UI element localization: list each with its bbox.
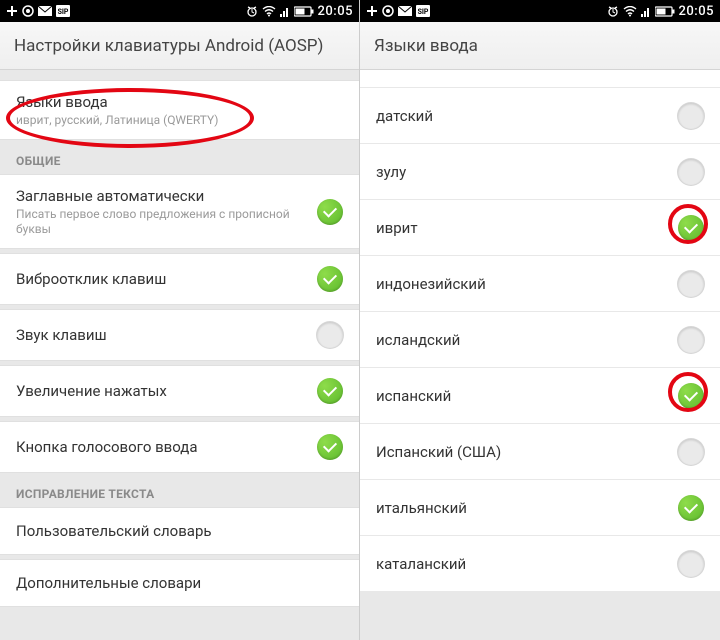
signal-icon [280, 6, 290, 17]
toggle-vibrate[interactable] [317, 266, 343, 292]
status-time: 20:05 [318, 4, 353, 19]
plus-icon [6, 5, 18, 17]
status-bar: SIP 20:05 [360, 0, 720, 22]
row-title: Пользовательский словарь [16, 522, 212, 540]
lang-row-italian[interactable]: итальянский [360, 480, 720, 536]
row-sound[interactable]: Звук клавиш [0, 309, 359, 361]
mail-icon [38, 6, 52, 16]
row-addon-dictionaries[interactable]: Дополнительные словари [0, 559, 359, 607]
wifi-icon [262, 6, 276, 17]
lang-name: индонезийский [376, 275, 486, 293]
circle-icon [382, 5, 394, 17]
toggle-catalan[interactable] [678, 551, 704, 577]
toggle-indonesian[interactable] [678, 271, 704, 297]
status-bar: SIP 20:05 [0, 0, 359, 22]
row-auto-capitalize[interactable]: Заглавные автоматически Писать первое сл… [0, 174, 359, 249]
toggle-sound[interactable] [317, 322, 343, 348]
row-title: Виброотклик клавиш [16, 270, 166, 288]
alarm-icon [607, 5, 619, 17]
toggle-icelandic[interactable] [678, 327, 704, 353]
section-correction: ИСПРАВЛЕНИЕ ТЕКСТА [0, 477, 359, 507]
battery-icon [294, 6, 314, 17]
lang-row-danish[interactable]: датский [360, 88, 720, 144]
lang-name: испанский [376, 387, 451, 405]
row-subtitle: иврит, русский, Латиница (QWERTY) [16, 113, 218, 127]
toggle-spanish[interactable] [678, 383, 704, 409]
row-title: Дополнительные словари [16, 574, 201, 592]
lang-row-icelandic[interactable]: исландский [360, 312, 720, 368]
row-voice-button[interactable]: Кнопка голосового ввода [0, 421, 359, 473]
lang-row-zulu[interactable]: зулу [360, 144, 720, 200]
lang-row-indonesian[interactable]: индонезийский [360, 256, 720, 312]
section-general: ОБЩИЕ [0, 144, 359, 174]
row-input-languages[interactable]: Языки ввода иврит, русский, Латиница (QW… [0, 80, 359, 140]
row-popup[interactable]: Увеличение нажатых [0, 365, 359, 417]
lang-row-hebrew[interactable]: иврит [360, 200, 720, 256]
row-title: Увеличение нажатых [16, 382, 167, 400]
lang-name: каталанский [376, 555, 466, 573]
toggle-voice-button[interactable] [317, 434, 343, 460]
toggle-hebrew[interactable] [678, 215, 704, 241]
settings-list: Языки ввода иврит, русский, Латиница (QW… [0, 70, 359, 607]
lang-name: Испанский (США) [376, 443, 501, 461]
mail-icon [398, 6, 412, 16]
battery-icon [655, 6, 675, 17]
lang-name: иврит [376, 219, 418, 237]
lang-row-spanish-us[interactable]: Испанский (США) [360, 424, 720, 480]
lang-name: итальянский [376, 499, 467, 517]
toggle-spanish-us[interactable] [678, 439, 704, 465]
lang-name: исландский [376, 331, 460, 349]
alarm-icon [246, 5, 258, 17]
plus-icon [366, 5, 378, 17]
toggle-auto-capitalize[interactable] [317, 199, 343, 225]
wifi-icon [623, 6, 637, 17]
lang-name: зулу [376, 163, 406, 181]
language-list[interactable]: датский зулу иврит индонезийский исландс… [360, 70, 720, 592]
row-title: Кнопка голосового ввода [16, 438, 198, 456]
toggle-italian[interactable] [678, 495, 704, 521]
header-title: Языки ввода [374, 36, 478, 56]
sip-icon: SIP [56, 5, 70, 17]
row-title: Языки ввода [16, 93, 218, 111]
lang-row-spanish[interactable]: испанский [360, 368, 720, 424]
toggle-popup[interactable] [317, 378, 343, 404]
toggle-danish[interactable] [678, 103, 704, 129]
toggle-zulu[interactable] [678, 159, 704, 185]
header-title: Настройки клавиатуры Android (AOSP) [14, 36, 323, 56]
svg-text:SIP: SIP [418, 8, 429, 16]
lang-row-catalan[interactable]: каталанский [360, 536, 720, 592]
phone-left: SIP 20:05 Настройки клавиатуры Android (… [0, 0, 360, 640]
lang-name: датский [376, 107, 433, 125]
circle-icon [22, 5, 34, 17]
row-user-dictionary[interactable]: Пользовательский словарь [0, 507, 359, 555]
sip-icon: SIP [416, 5, 430, 17]
partial-row [360, 70, 720, 88]
row-vibrate[interactable]: Виброотклик клавиш [0, 253, 359, 305]
screen-header: Настройки клавиатуры Android (AOSP) [0, 22, 359, 70]
screen-header: Языки ввода [360, 22, 720, 70]
signal-icon [641, 6, 651, 17]
row-title: Звук клавиш [16, 326, 107, 344]
row-title: Заглавные автоматически [16, 187, 317, 205]
row-subtitle: Писать первое слово предложения с пропис… [16, 207, 317, 236]
svg-text:SIP: SIP [58, 8, 69, 16]
status-time: 20:05 [679, 4, 714, 19]
phone-right: SIP 20:05 Языки ввода датский зулу [360, 0, 720, 640]
